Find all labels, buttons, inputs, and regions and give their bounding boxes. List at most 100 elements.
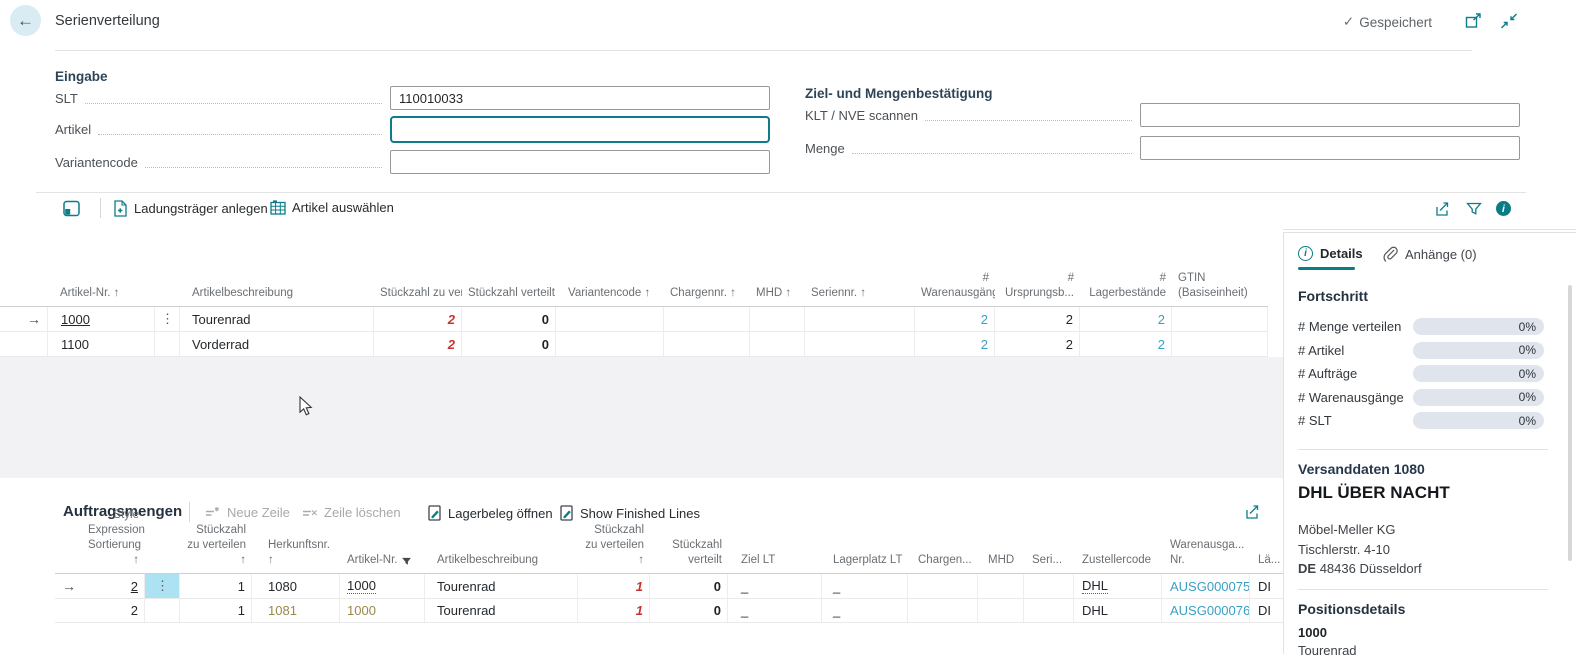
progress-row: # Menge verteilen 0% — [1298, 315, 1544, 339]
show-finished-lines-button[interactable]: Show Finished Lines — [560, 505, 700, 521]
neue-zeile-button[interactable]: Neue Zeile — [204, 505, 290, 520]
artikel-auswaehlen-label: Artikel auswählen — [292, 200, 394, 215]
progress-row: # Warenausgänge 0% — [1298, 386, 1544, 410]
position-beschreibung: Tourenrad — [1298, 643, 1357, 658]
lagerbestaende-link[interactable]: 2 — [1158, 312, 1165, 327]
warenausgang-link[interactable]: AUSG000076 — [1170, 603, 1250, 618]
column-header[interactable]: Seriennr. ↑ — [805, 286, 915, 306]
ladungstraeger-anlegen-label: Ladungsträger anlegen — [134, 201, 268, 216]
column-header[interactable]: Chargennr. ↑ — [664, 286, 750, 306]
lagerbeleg-oeffnen-label: Lagerbeleg öffnen — [448, 506, 553, 521]
toolbar-separator — [189, 502, 190, 522]
details-factbox: i Details Anhänge (0) Fortschritt # Meng… — [1283, 232, 1576, 654]
ladungstraeger-anlegen-button[interactable]: Ladungsträger anlegen — [113, 200, 268, 217]
warenausgaenge-link[interactable]: 2 — [981, 337, 988, 352]
open-in-new-window-icon[interactable] — [1464, 11, 1484, 31]
row-menu-icon[interactable]: ⋮ — [156, 578, 168, 594]
column-header[interactable]: Lä... — [1250, 553, 1283, 573]
address-name: Möbel-Meller KG — [1298, 520, 1422, 540]
column-header[interactable]: Artikel-Nr. ↑ — [47, 286, 155, 306]
show-finished-lines-label: Show Finished Lines — [580, 506, 700, 521]
column-filter-icon — [401, 556, 412, 568]
dotted-leader — [98, 124, 382, 135]
lagerbestaende-link[interactable]: 2 — [1158, 337, 1165, 352]
tab-anhaenge[interactable]: Anhänge (0) — [1382, 246, 1477, 262]
main-table-header: Artikel-Nr. ↑ Artikelbeschreibung Stückz… — [0, 265, 1268, 307]
section-heading-eingabe: Eingabe — [55, 69, 108, 84]
column-header[interactable]: Seri... — [1024, 553, 1074, 573]
share-icon[interactable] — [1243, 504, 1261, 520]
column-header[interactable]: Warenausga... Nr. — [1162, 538, 1250, 573]
sortierung-link[interactable]: 2 — [131, 579, 138, 594]
column-header[interactable]: MHD — [978, 553, 1024, 573]
column-header[interactable]: MHD ↑ — [750, 286, 805, 306]
column-header[interactable]: Style Expression Sortierung ↑ — [82, 508, 145, 573]
current-row-icon: → — [27, 311, 41, 327]
column-header[interactable]: # Lagerbestände — [1080, 271, 1172, 306]
artikel-nr-link[interactable]: 1000 — [61, 312, 90, 327]
slt-label: SLT — [55, 91, 78, 106]
laendercode-link[interactable]: DI — [1258, 579, 1271, 594]
layout-options-icon[interactable] — [63, 200, 80, 217]
column-header[interactable]: Stückzahl zu verteilen — [374, 286, 462, 306]
dotted-leader — [852, 143, 1132, 154]
column-header[interactable]: Stückzahl verteilt — [462, 286, 556, 306]
warenausgang-link[interactable]: AUSG000075 — [1170, 579, 1250, 594]
row-menu-icon[interactable]: ⋮ — [161, 311, 173, 327]
warenausgaenge-link[interactable]: 2 — [981, 312, 988, 327]
artikel-auswaehlen-button[interactable]: Artikel auswählen — [270, 200, 394, 215]
fortschritt-heading: Fortschritt — [1298, 288, 1368, 304]
column-header[interactable]: Stückzahl zu verteilen ↑ — [578, 523, 650, 573]
zustellercode-link[interactable]: DHL — [1082, 578, 1108, 594]
menge-label: Menge — [805, 141, 845, 156]
tab-details[interactable]: i Details — [1298, 246, 1363, 261]
column-header[interactable]: Zustellercode — [1074, 553, 1162, 573]
column-header[interactable]: Herkunftsnr. ↑ — [252, 538, 340, 573]
save-status: ✓ Gespeichert — [1343, 14, 1432, 30]
column-header[interactable]: # Warenausgänge — [915, 271, 995, 306]
column-header[interactable]: Artikel-Nr. — [340, 553, 425, 573]
column-header[interactable]: GTIN (Basiseinheit) — [1172, 271, 1268, 306]
slt-input[interactable] — [390, 86, 770, 110]
column-header[interactable]: Variantencode ↑ — [556, 286, 664, 306]
artikel-input[interactable] — [390, 116, 770, 143]
factbox-scrollbar[interactable] — [1568, 285, 1572, 561]
table-row[interactable]: → 2 ⋮ 1 1080 1000 Tourenrad 1 0 _ _ DHL … — [55, 574, 1283, 599]
zeile-loeschen-label: Zeile löschen — [324, 505, 401, 520]
column-header[interactable]: # Ursprungsb... — [995, 271, 1080, 306]
back-button[interactable]: ← — [10, 5, 41, 36]
auftragsmengen-panel: Auftragsmengen Neue Zeile Zeile löschen … — [0, 478, 1283, 654]
variantencode-label: Variantencode — [55, 155, 138, 170]
progress-row: # Artikel 0% — [1298, 339, 1544, 363]
info-icon: i — [1298, 246, 1313, 261]
field-row-slt: SLT — [55, 86, 770, 110]
collapse-icon[interactable] — [1499, 11, 1519, 31]
column-header[interactable]: Chargen... — [908, 553, 978, 573]
page-title: Serienverteilung — [55, 13, 160, 29]
zeile-loeschen-button[interactable]: Zeile löschen — [301, 505, 401, 520]
info-icon[interactable]: i — [1496, 201, 1511, 216]
lagerbeleg-oeffnen-button[interactable]: Lagerbeleg öffnen — [428, 505, 553, 521]
menge-input[interactable] — [1140, 136, 1520, 160]
new-row-icon — [204, 506, 221, 520]
artikel-nr-link[interactable]: 1000 — [347, 578, 376, 594]
column-header[interactable]: Artikelbeschreibung — [425, 553, 578, 573]
field-row-klt: KLT / NVE scannen — [805, 103, 1520, 127]
dotted-leader — [85, 93, 382, 104]
progress-bar: 0% — [1413, 412, 1544, 429]
table-row[interactable]: → 1000 ⋮ Tourenrad 2 0 2 2 2 — [0, 307, 1268, 332]
column-header[interactable]: Ziel LT — [728, 553, 822, 573]
progress-bar: 0% — [1413, 342, 1544, 359]
column-header[interactable]: Stückzahl verteilt — [650, 538, 728, 573]
variantencode-input[interactable] — [390, 150, 770, 174]
progress-bar: 0% — [1413, 318, 1544, 335]
klt-nve-input[interactable] — [1140, 103, 1520, 127]
table-row[interactable]: 1100 Vorderrad 2 0 2 2 2 — [0, 332, 1268, 357]
column-header[interactable]: Artikelbeschreibung — [180, 286, 374, 306]
column-header[interactable]: Stückzahl zu verteilen ↑ — [180, 523, 252, 573]
toolbar-separator — [100, 198, 101, 218]
filter-icon[interactable] — [1466, 201, 1482, 217]
column-header[interactable]: Lagerplatz LT — [822, 553, 908, 573]
share-icon[interactable] — [1433, 201, 1451, 217]
table-row[interactable]: 2 1 1081 1000 Tourenrad 1 0 _ _ DHL AUSG… — [55, 599, 1283, 623]
